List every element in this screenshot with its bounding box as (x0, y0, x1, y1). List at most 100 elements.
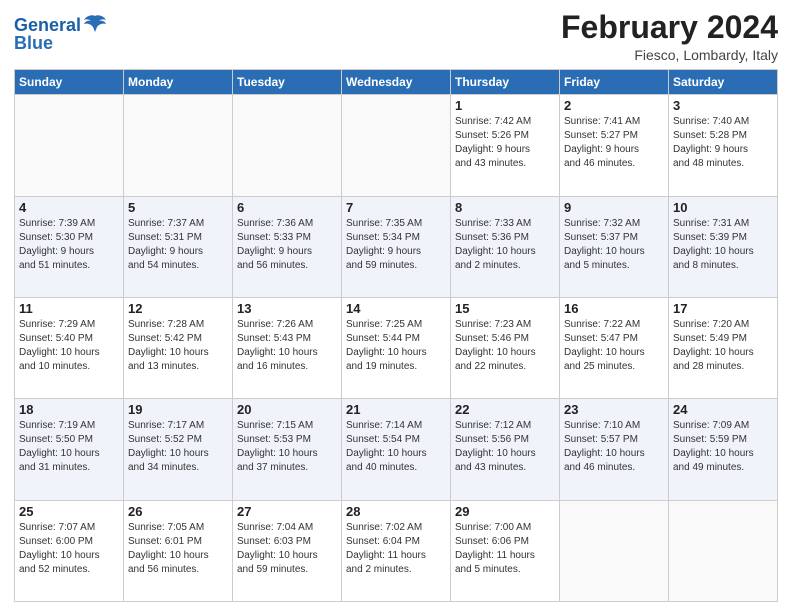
weekday-header-monday: Monday (124, 70, 233, 95)
weekday-header-tuesday: Tuesday (233, 70, 342, 95)
day-number: 4 (19, 200, 119, 215)
day-info: Sunrise: 7:37 AM Sunset: 5:31 PM Dayligh… (128, 217, 228, 273)
calendar-cell: 15 Sunrise: 7:23 AM Sunset: 5:46 PM Dayli… (451, 297, 560, 398)
day-info: Sunrise: 7:26 AM Sunset: 5:43 PM Dayligh… (237, 318, 337, 374)
day-number: 1 (455, 98, 555, 113)
calendar-cell: 5 Sunrise: 7:37 AM Sunset: 5:31 PM Daylig… (124, 196, 233, 297)
day-info: Sunrise: 7:22 AM Sunset: 5:47 PM Dayligh… (564, 318, 664, 374)
calendar-cell: 6 Sunrise: 7:36 AM Sunset: 5:33 PM Daylig… (233, 196, 342, 297)
calendar-cell (124, 95, 233, 196)
day-number: 5 (128, 200, 228, 215)
day-number: 19 (128, 402, 228, 417)
weekday-header-saturday: Saturday (669, 70, 778, 95)
page: General Blue February 2024 Fiesco, Lomba… (0, 0, 792, 612)
day-number: 25 (19, 504, 119, 519)
day-info: Sunrise: 7:07 AM Sunset: 6:00 PM Dayligh… (19, 521, 119, 577)
day-number: 8 (455, 200, 555, 215)
calendar-cell (342, 95, 451, 196)
weekday-header-wednesday: Wednesday (342, 70, 451, 95)
calendar-cell: 14Sunrise: 7:25 AM Sunset: 5:44 PM Dayli… (342, 297, 451, 398)
calendar-cell: 4 Sunrise: 7:39 AM Sunset: 5:30 PM Daylig… (15, 196, 124, 297)
logo: General Blue (14, 14, 108, 52)
header: General Blue February 2024 Fiesco, Lomba… (14, 10, 778, 63)
calendar-cell: 11Sunrise: 7:29 AM Sunset: 5:40 PM Dayli… (15, 297, 124, 398)
subtitle: Fiesco, Lombardy, Italy (561, 47, 778, 63)
day-number: 11 (19, 301, 119, 316)
calendar-cell: 3 Sunrise: 7:40 AM Sunset: 5:28 PM Daylig… (669, 95, 778, 196)
day-number: 27 (237, 504, 337, 519)
day-info: Sunrise: 7:09 AM Sunset: 5:59 PM Dayligh… (673, 419, 773, 475)
calendar-week-row: 1Sunrise: 7:42 AM Sunset: 5:26 PM Daylig… (15, 95, 778, 196)
day-number: 3 (673, 98, 773, 113)
day-info: Sunrise: 7:28 AM Sunset: 5:42 PM Dayligh… (128, 318, 228, 374)
calendar-cell (15, 95, 124, 196)
calendar-cell: 2 Sunrise: 7:41 AM Sunset: 5:27 PM Daylig… (560, 95, 669, 196)
calendar-cell: 17 Sunrise: 7:20 AM Sunset: 5:49 PM Dayli… (669, 297, 778, 398)
day-info: Sunrise: 7:33 AM Sunset: 5:36 PM Dayligh… (455, 217, 555, 273)
day-info: Sunrise: 7:39 AM Sunset: 5:30 PM Dayligh… (19, 217, 119, 273)
calendar-cell: 10 Sunrise: 7:31 AM Sunset: 5:39 PM Dayli… (669, 196, 778, 297)
calendar-cell: 28Sunrise: 7:02 AM Sunset: 6:04 PM Dayli… (342, 500, 451, 601)
day-info: Sunrise: 7:15 AM Sunset: 5:53 PM Dayligh… (237, 419, 337, 475)
day-info: Sunrise: 7:00 AM Sunset: 6:06 PM Dayligh… (455, 521, 555, 577)
day-info: Sunrise: 7:20 AM Sunset: 5:49 PM Dayligh… (673, 318, 773, 374)
day-info: Sunrise: 7:31 AM Sunset: 5:39 PM Dayligh… (673, 217, 773, 273)
logo-text-blue: Blue (14, 34, 53, 52)
day-number: 24 (673, 402, 773, 417)
day-info: Sunrise: 7:05 AM Sunset: 6:01 PM Dayligh… (128, 521, 228, 577)
calendar-cell: 21 Sunrise: 7:14 AM Sunset: 5:54 PM Dayli… (342, 399, 451, 500)
day-info: Sunrise: 7:40 AM Sunset: 5:28 PM Dayligh… (673, 115, 773, 171)
day-info: Sunrise: 7:35 AM Sunset: 5:34 PM Dayligh… (346, 217, 446, 273)
day-number: 18 (19, 402, 119, 417)
day-info: Sunrise: 7:41 AM Sunset: 5:27 PM Dayligh… (564, 115, 664, 171)
calendar-cell: 13 Sunrise: 7:26 AM Sunset: 5:43 PM Dayli… (233, 297, 342, 398)
day-number: 26 (128, 504, 228, 519)
day-number: 12 (128, 301, 228, 316)
day-number: 28 (346, 504, 446, 519)
calendar-cell (560, 500, 669, 601)
day-info: Sunrise: 7:32 AM Sunset: 5:37 PM Dayligh… (564, 217, 664, 273)
day-number: 22 (455, 402, 555, 417)
day-info: Sunrise: 7:10 AM Sunset: 5:57 PM Dayligh… (564, 419, 664, 475)
day-number: 29 (455, 504, 555, 519)
day-info: Sunrise: 7:12 AM Sunset: 5:56 PM Dayligh… (455, 419, 555, 475)
day-number: 16 (564, 301, 664, 316)
calendar-cell: 18 Sunrise: 7:19 AM Sunset: 5:50 PM Dayli… (15, 399, 124, 500)
day-info: Sunrise: 7:25 AM Sunset: 5:44 PM Dayligh… (346, 318, 446, 374)
weekday-header-thursday: Thursday (451, 70, 560, 95)
weekday-header-friday: Friday (560, 70, 669, 95)
main-title: February 2024 (561, 10, 778, 45)
day-number: 9 (564, 200, 664, 215)
day-info: Sunrise: 7:04 AM Sunset: 6:03 PM Dayligh… (237, 521, 337, 577)
day-info: Sunrise: 7:14 AM Sunset: 5:54 PM Dayligh… (346, 419, 446, 475)
calendar-week-row: 18 Sunrise: 7:19 AM Sunset: 5:50 PM Dayli… (15, 399, 778, 500)
day-info: Sunrise: 7:19 AM Sunset: 5:50 PM Dayligh… (19, 419, 119, 475)
calendar-cell: 7Sunrise: 7:35 AM Sunset: 5:34 PM Daylig… (342, 196, 451, 297)
day-info: Sunrise: 7:36 AM Sunset: 5:33 PM Dayligh… (237, 217, 337, 273)
day-number: 2 (564, 98, 664, 113)
calendar-cell: 26 Sunrise: 7:05 AM Sunset: 6:01 PM Dayli… (124, 500, 233, 601)
day-number: 17 (673, 301, 773, 316)
calendar-week-row: 11Sunrise: 7:29 AM Sunset: 5:40 PM Dayli… (15, 297, 778, 398)
calendar-table: SundayMondayTuesdayWednesdayThursdayFrid… (14, 69, 778, 602)
calendar-cell: 12 Sunrise: 7:28 AM Sunset: 5:42 PM Dayli… (124, 297, 233, 398)
calendar-cell (233, 95, 342, 196)
weekday-header-sunday: Sunday (15, 70, 124, 95)
calendar-header-row: SundayMondayTuesdayWednesdayThursdayFrid… (15, 70, 778, 95)
calendar-cell: 23Sunrise: 7:10 AM Sunset: 5:57 PM Dayli… (560, 399, 669, 500)
calendar-cell: 29 Sunrise: 7:00 AM Sunset: 6:06 PM Dayli… (451, 500, 560, 601)
title-block: February 2024 Fiesco, Lombardy, Italy (561, 10, 778, 63)
day-number: 15 (455, 301, 555, 316)
calendar-cell: 19 Sunrise: 7:17 AM Sunset: 5:52 PM Dayli… (124, 399, 233, 500)
day-info: Sunrise: 7:17 AM Sunset: 5:52 PM Dayligh… (128, 419, 228, 475)
calendar-cell: 16 Sunrise: 7:22 AM Sunset: 5:47 PM Dayli… (560, 297, 669, 398)
calendar-cell: 22 Sunrise: 7:12 AM Sunset: 5:56 PM Dayli… (451, 399, 560, 500)
day-number: 13 (237, 301, 337, 316)
day-number: 6 (237, 200, 337, 215)
logo-text-general: General (14, 16, 81, 34)
day-number: 21 (346, 402, 446, 417)
logo-bird-icon (82, 14, 108, 36)
day-info: Sunrise: 7:23 AM Sunset: 5:46 PM Dayligh… (455, 318, 555, 374)
day-number: 10 (673, 200, 773, 215)
calendar-cell: 9 Sunrise: 7:32 AM Sunset: 5:37 PM Daylig… (560, 196, 669, 297)
